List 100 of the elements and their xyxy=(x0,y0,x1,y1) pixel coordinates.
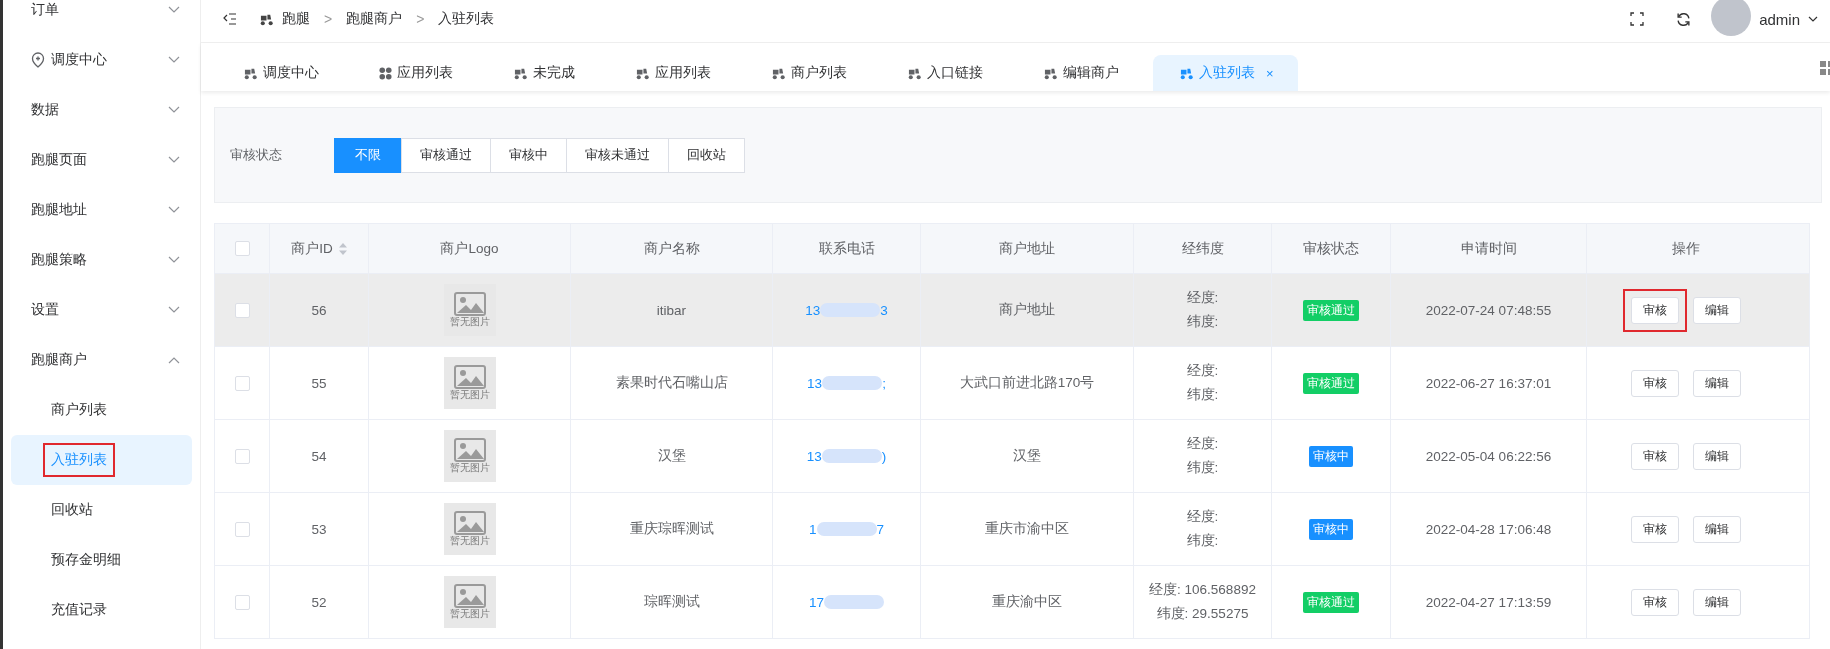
action-button[interactable]: 编辑 xyxy=(1692,442,1741,470)
checkbox[interactable] xyxy=(234,521,250,537)
longitude-text: 经度: xyxy=(1186,508,1219,526)
table-cell: 汉堡 xyxy=(657,447,686,465)
blurred-number xyxy=(816,522,877,536)
chevron-icon xyxy=(168,256,180,264)
table-cell: 52 xyxy=(311,594,327,610)
menu-item[interactable]: 跑腿页面 xyxy=(3,135,200,185)
menu-item[interactable]: 跑腿地址 xyxy=(3,185,200,235)
table-cell: 2022-06-27 16:37:01 xyxy=(1425,375,1552,391)
longitude-text: 经度: xyxy=(1186,289,1219,307)
filter-option[interactable]: 回收站 xyxy=(668,137,745,173)
fullscreen-icon[interactable] xyxy=(1630,12,1645,26)
submenu-item[interactable]: 商户列表 xyxy=(11,385,192,435)
status-tag: 审核通过 xyxy=(1303,372,1359,394)
filter-option[interactable]: 审核通过 xyxy=(401,137,491,173)
checkbox[interactable] xyxy=(234,594,250,610)
menu-item[interactable]: 订单 xyxy=(3,0,200,35)
menu-collapse-icon[interactable] xyxy=(223,13,237,25)
submenu-item[interactable]: 回收站 xyxy=(11,485,192,535)
longitude-text: 经度: xyxy=(1186,435,1219,453)
table-row[interactable]: 55 暂无图片 素果时代石嘴山店 13 ; 大武口前进北路170号 经度: 纬度: 审核通过 2022-06-27 16:37:01 审核 编辑 xyxy=(215,347,1809,420)
column-header: 申请时间 xyxy=(1460,239,1517,258)
filter-option[interactable]: 审核未通过 xyxy=(566,137,669,173)
latitude-text: 纬度: 29.55275 xyxy=(1156,605,1249,623)
action-button[interactable]: 编辑 xyxy=(1692,296,1741,324)
status-tag: 审核通过 xyxy=(1303,591,1359,613)
action-button[interactable]: 编辑 xyxy=(1692,369,1741,397)
checkbox[interactable] xyxy=(234,241,250,256)
menu-item[interactable]: 跑腿商户 xyxy=(3,335,200,385)
tab[interactable]: 入口链接 xyxy=(881,55,1007,91)
table-row[interactable]: 56 暂无图片 itibar 13 3 商户地址 经度: 纬度: 审核通过 2022-07-24 07:48:55 审核 编辑 xyxy=(215,274,1809,347)
tab[interactable]: 商户列表 xyxy=(745,55,871,91)
latitude-text: 纬度: xyxy=(1186,313,1219,331)
tab[interactable]: 未完成 xyxy=(487,55,599,91)
column-header: 操作 xyxy=(1671,239,1700,258)
action-button[interactable]: 审核 xyxy=(1630,442,1679,470)
column-header: 经纬度 xyxy=(1181,239,1224,258)
table-row[interactable]: 54 暂无图片 汉堡 13 ) 汉堡 经度: 纬度: 审核中 2022-05-04 06:22:56 审核 编辑 xyxy=(215,420,1809,493)
table-cell: 53 xyxy=(311,521,327,537)
scooter-icon xyxy=(513,66,528,80)
image-icon xyxy=(453,584,486,608)
table-cell: 2022-04-28 17:06:48 xyxy=(1425,521,1552,537)
tab[interactable]: 编辑商户 xyxy=(1017,55,1143,91)
placeholder-caption: 暂无图片 xyxy=(449,462,490,474)
blurred-number xyxy=(821,449,882,463)
table-cell: 重庆渝中区 xyxy=(992,593,1062,611)
breadcrumb-item[interactable]: 跑腿商户 xyxy=(346,10,403,28)
grid-icon[interactable] xyxy=(1820,61,1830,75)
chevron-icon xyxy=(168,56,180,64)
table-cell: itibar xyxy=(656,302,687,318)
sort-icon[interactable] xyxy=(338,242,347,255)
checkbox[interactable] xyxy=(234,448,250,464)
tab[interactable]: 应用列表 xyxy=(609,55,735,91)
breadcrumb-item[interactable]: 入驻列表 xyxy=(438,10,495,28)
tab[interactable]: 应用列表 xyxy=(353,55,477,91)
latitude-text: 纬度: xyxy=(1186,459,1219,477)
breadcrumb-item[interactable]: 跑腿 xyxy=(282,10,310,28)
menu-item[interactable]: 数据 xyxy=(3,85,200,135)
longitude-text: 经度: xyxy=(1186,362,1219,380)
refresh-icon[interactable] xyxy=(1676,11,1692,27)
chevron-icon xyxy=(168,206,180,214)
scooter-icon xyxy=(771,66,786,80)
submenu-item[interactable]: 预存金明细 xyxy=(11,535,192,585)
tab[interactable]: 调度中心 xyxy=(217,55,343,91)
image-icon xyxy=(453,438,486,462)
checkbox[interactable] xyxy=(234,302,250,318)
scooter-icon xyxy=(907,66,922,80)
menu-item[interactable]: 调度中心 xyxy=(3,35,200,85)
table-row[interactable]: 53 暂无图片 重庆琮晖测试 1 7 重庆市渝中区 经度: 纬度: 审核中 2022-04-28 17:06:48 审核 编辑 xyxy=(215,493,1809,566)
filter-option[interactable]: 审核中 xyxy=(490,137,567,173)
menu-item[interactable]: 设置 xyxy=(3,285,200,335)
checkbox[interactable] xyxy=(234,375,250,391)
table-row[interactable]: 52 暂无图片 琮晖测试 17 重庆渝中区 经度: 106.568892 纬度: 29.55275 审核通过 2022-04-27 17:13:59 审核 编辑 xyxy=(215,566,1809,639)
menu-item[interactable]: 跑腿策略 xyxy=(3,235,200,285)
column-header: 商户地址 xyxy=(999,239,1055,258)
avatar[interactable] xyxy=(1711,0,1752,36)
placeholder-caption: 暂无图片 xyxy=(449,389,490,401)
action-button[interactable]: 审核 xyxy=(1630,515,1679,543)
blurred-number xyxy=(824,595,884,609)
placeholder-caption: 暂无图片 xyxy=(449,316,490,328)
status-tag: 审核通过 xyxy=(1303,299,1359,321)
table-cell: 汉堡 xyxy=(1013,447,1041,465)
action-button[interactable]: 编辑 xyxy=(1692,515,1741,543)
user-name[interactable]: admin xyxy=(1759,10,1800,28)
breadcrumb-separator: > xyxy=(416,11,425,27)
chevron-icon xyxy=(168,306,180,314)
caret-icon[interactable] xyxy=(1808,16,1818,22)
image-icon xyxy=(453,365,486,389)
scooter-icon xyxy=(259,12,274,26)
location-pin-icon xyxy=(31,52,45,68)
action-button[interactable]: 审核 xyxy=(1630,296,1679,324)
action-button[interactable]: 编辑 xyxy=(1692,588,1741,616)
chevron-icon xyxy=(168,6,180,14)
action-button[interactable]: 审核 xyxy=(1630,588,1679,616)
table-cell: 2022-04-27 17:13:59 xyxy=(1425,594,1552,610)
longitude-text: 经度: 106.568892 xyxy=(1149,581,1256,599)
action-button[interactable]: 审核 xyxy=(1630,369,1679,397)
chevron-icon xyxy=(168,356,180,364)
submenu-item[interactable]: 充值记录 xyxy=(11,585,192,635)
